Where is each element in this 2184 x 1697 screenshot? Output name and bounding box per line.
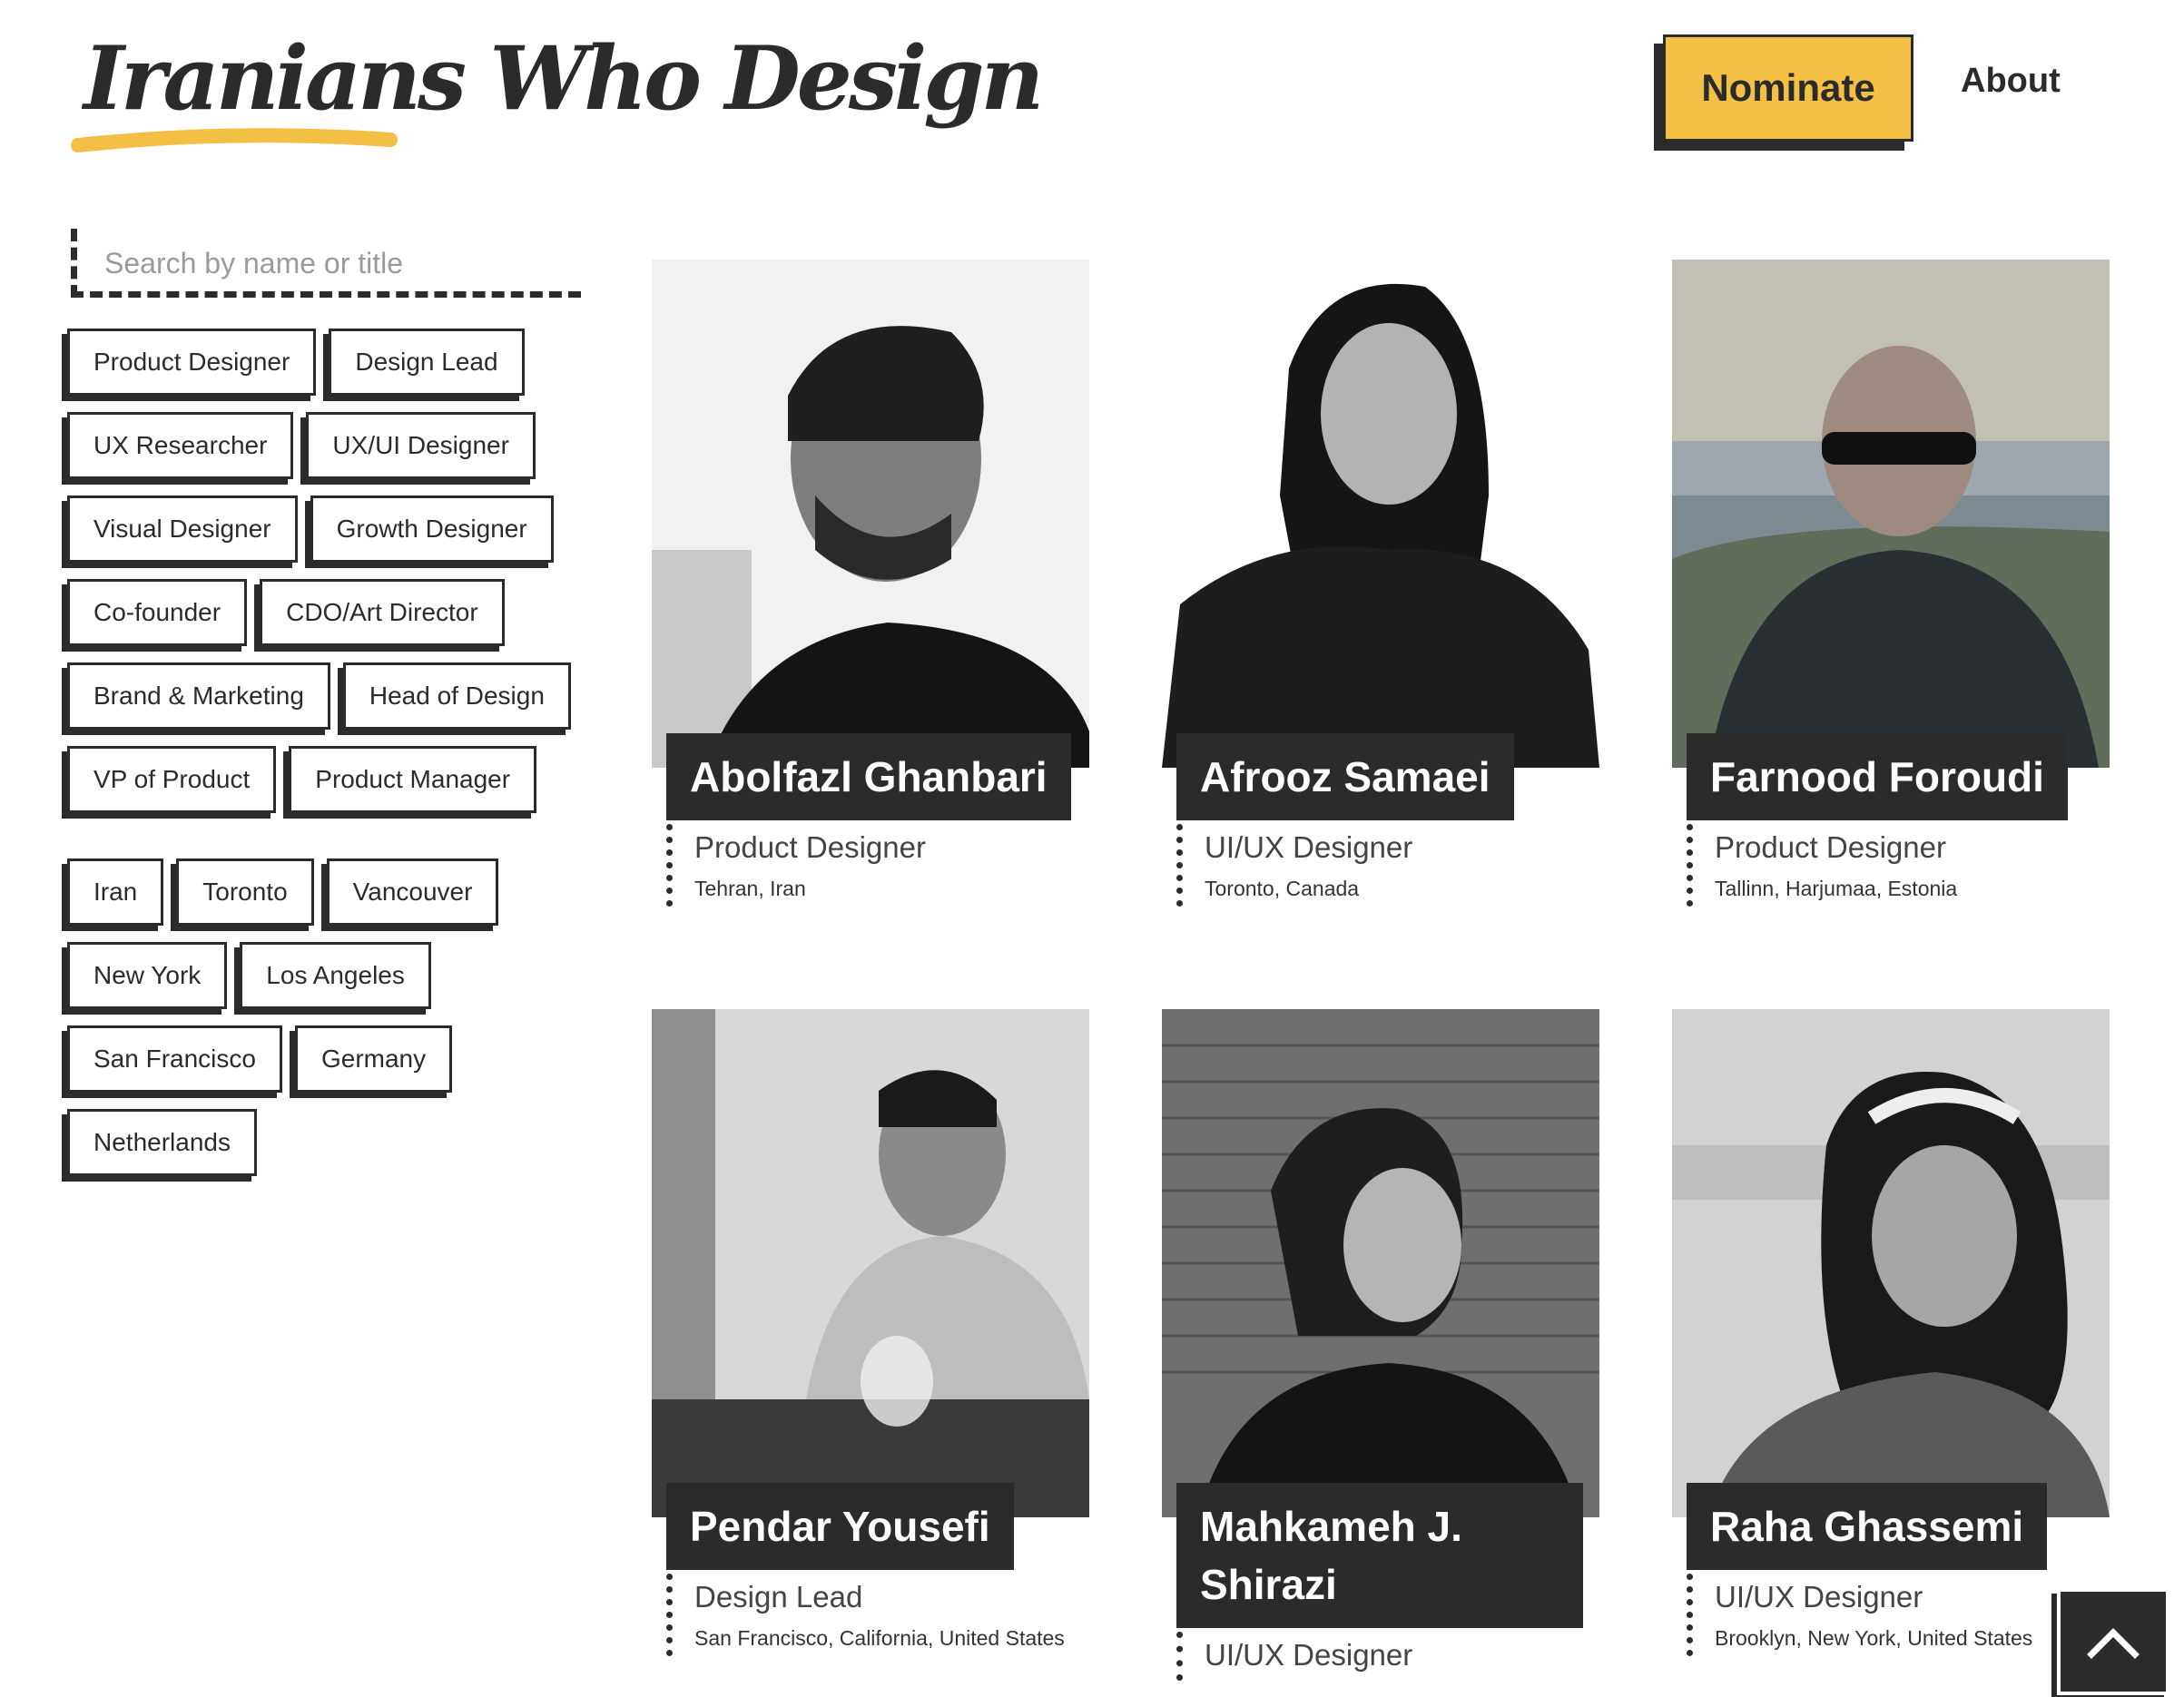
designer-location: Tallinn, Harjumaa, Estonia	[1715, 877, 1958, 900]
designer-meta: UI/UX Designer	[1176, 1632, 1412, 1681]
designer-meta: Design Lead San Francisco, California, U…	[666, 1574, 1065, 1656]
filter-tag-location[interactable]: Iran	[67, 858, 164, 926]
designer-name[interactable]: Abolfazl Ghanbari	[666, 733, 1071, 820]
filter-tag-role[interactable]: Product Designer	[67, 329, 317, 396]
designer-title: UI/UX Designer	[1205, 830, 1413, 864]
chevron-up-icon	[2087, 1628, 2140, 1659]
designer-meta: UI/UX Designer Toronto, Canada	[1176, 824, 1412, 907]
designer-name[interactable]: Pendar Yousefi	[666, 1483, 1014, 1570]
filter-tag-role[interactable]: VP of Product	[67, 746, 277, 813]
designer-photo	[1162, 1009, 1599, 1517]
filter-tag-role[interactable]: CDO/Art Director	[260, 579, 505, 646]
designer-title: Design Lead	[694, 1580, 863, 1614]
filter-tag-role[interactable]: UX Researcher	[67, 412, 294, 479]
designer-meta: Product Designer Tallinn, Harjumaa, Esto…	[1687, 824, 1957, 907]
designer-photo	[1162, 260, 1599, 768]
filter-tag-role[interactable]: Head of Design	[342, 662, 571, 730]
location-filter-list: Iran Toronto Vancouver New York Los Ange…	[67, 858, 594, 1176]
designer-name[interactable]: Afrooz Samaei	[1176, 733, 1514, 820]
filter-tag-location[interactable]: Toronto	[176, 858, 314, 926]
filter-tag-location[interactable]: New York	[67, 942, 228, 1009]
about-link[interactable]: About	[1961, 62, 2061, 101]
filter-tag-location[interactable]: Netherlands	[67, 1109, 257, 1176]
filter-tag-role[interactable]: Growth Designer	[310, 495, 554, 563]
logo-text: Iranians Who Design	[84, 27, 1044, 130]
designer-title: UI/UX Designer	[1715, 1580, 1923, 1614]
designer-title: Product Designer	[1715, 830, 1946, 864]
designer-meta: Product Designer Tehran, Iran	[666, 824, 926, 907]
designer-meta: UI/UX Designer Brooklyn, New York, Unite…	[1687, 1574, 2032, 1656]
filter-tag-role[interactable]: Brand & Marketing	[67, 662, 330, 730]
designer-photo	[652, 260, 1089, 768]
designer-name[interactable]: Farnood Foroudi	[1687, 733, 2068, 820]
role-filter-list: Product Designer Design Lead UX Research…	[67, 329, 594, 813]
designer-location: Toronto, Canada	[1205, 877, 1360, 900]
scroll-to-top-button[interactable]	[2057, 1588, 2169, 1695]
search-input[interactable]	[104, 243, 558, 283]
filter-tag-role[interactable]: Visual Designer	[67, 495, 298, 563]
site-logo[interactable]: Iranians Who Design	[71, 24, 1044, 160]
filter-tag-location[interactable]: Germany	[294, 1025, 453, 1093]
designer-photo	[1672, 1009, 2110, 1517]
designer-name[interactable]: Raha Ghassemi	[1687, 1483, 2048, 1570]
filter-tag-location[interactable]: San Francisco	[67, 1025, 282, 1093]
designer-location: Brooklyn, New York, United States	[1715, 1626, 2033, 1650]
designer-photo	[652, 1009, 1089, 1517]
logo-underline-swoosh	[71, 128, 398, 152]
filter-tag-location[interactable]: Los Angeles	[240, 942, 431, 1009]
designer-photo	[1672, 260, 2110, 768]
filter-tag-role[interactable]: UX/UI Designer	[306, 412, 536, 479]
filter-tag-role[interactable]: Co-founder	[67, 579, 248, 646]
nominate-button[interactable]: Nominate	[1663, 34, 1913, 142]
search-box	[71, 229, 581, 298]
filter-tag-location[interactable]: Vancouver	[326, 858, 499, 926]
designer-name[interactable]: Mahkameh J. Shirazi	[1176, 1483, 1583, 1628]
filter-tag-role[interactable]: Design Lead	[329, 329, 525, 396]
filter-tag-role[interactable]: Product Manager	[289, 746, 537, 813]
designer-title: UI/UX Designer	[1205, 1638, 1413, 1672]
designer-title: Product Designer	[694, 830, 926, 864]
designer-location: Tehran, Iran	[694, 877, 806, 900]
designer-location: San Francisco, California, United States	[694, 1626, 1065, 1650]
